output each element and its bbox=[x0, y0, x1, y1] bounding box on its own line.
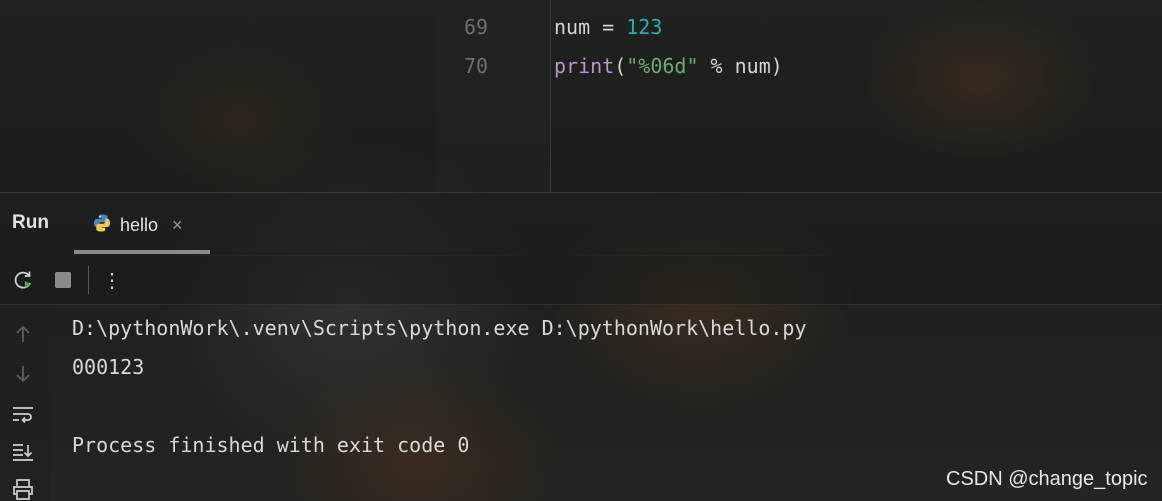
line-number-70: 70 bbox=[464, 54, 489, 78]
stop-icon[interactable] bbox=[51, 268, 75, 292]
code-function: print bbox=[554, 54, 615, 78]
toolbar-separator bbox=[88, 266, 89, 294]
run-toolbar bbox=[0, 256, 1162, 305]
print-icon[interactable] bbox=[10, 477, 36, 501]
code-number-literal: 123 bbox=[626, 15, 663, 39]
close-icon[interactable]: × bbox=[172, 215, 183, 236]
run-panel-title: Run bbox=[12, 212, 49, 233]
code-paren: ( bbox=[614, 54, 627, 78]
code-line-70[interactable]: print("%06d" % num) bbox=[554, 47, 783, 85]
tab-hello[interactable]: hello × bbox=[92, 210, 183, 240]
code-string-literal: "%06d" bbox=[626, 54, 699, 78]
python-icon bbox=[92, 213, 112, 238]
scroll-to-end-icon[interactable] bbox=[10, 440, 36, 464]
soft-wrap-icon[interactable] bbox=[10, 402, 36, 426]
console-line-command: D:\pythonWork\.venv\Scripts\python.exe D… bbox=[72, 316, 807, 340]
console-line-exit: Process finished with exit code 0 bbox=[72, 433, 470, 457]
arrow-up-icon[interactable] bbox=[10, 322, 36, 346]
active-tab-indicator bbox=[74, 250, 210, 254]
code-variable: num bbox=[554, 15, 591, 39]
tab-label: hello bbox=[120, 214, 159, 235]
code-rest: % num) bbox=[698, 54, 783, 78]
arrow-down-icon[interactable] bbox=[10, 362, 36, 386]
line-number-gutter bbox=[434, 0, 551, 192]
watermark-text: CSDN @change_topic bbox=[946, 468, 1148, 490]
code-line-69[interactable]: num = 123 bbox=[554, 8, 662, 46]
console-line-output: 000123 bbox=[72, 355, 145, 379]
code-operator: = bbox=[590, 15, 627, 39]
rerun-icon[interactable] bbox=[11, 268, 35, 292]
line-number-69: 69 bbox=[464, 15, 489, 39]
more-vertical-icon[interactable]: ⋮ bbox=[100, 268, 124, 292]
